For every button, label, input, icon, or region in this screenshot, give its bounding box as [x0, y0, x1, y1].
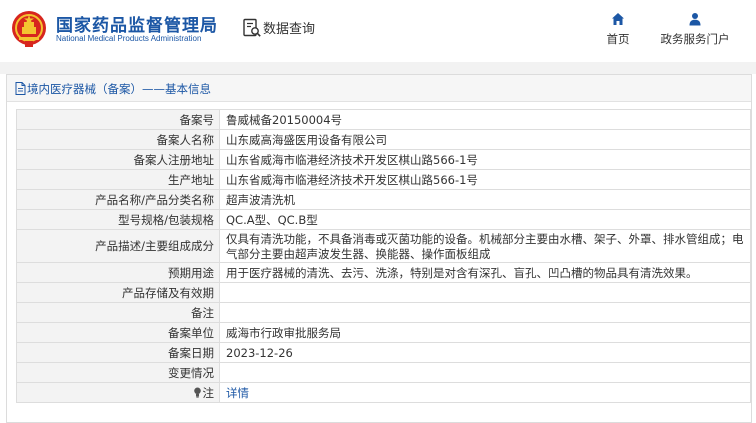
row-label-registered-address: 备案人注册地址 [16, 149, 220, 170]
row-label-remarks: 备注 [16, 302, 220, 323]
lightbulb-icon [193, 387, 201, 398]
row-label-filing-date: 备案日期 [16, 342, 220, 363]
row-label-production-address: 生产地址 [16, 169, 220, 190]
panel-title-bar: 境内医疗器械（备案）——基本信息 [7, 75, 751, 102]
header-divider [0, 62, 756, 74]
row-value-intended-use: 用于医疗器械的清洗、去污、洗涤，特别是对含有深孔、盲孔、凹凸槽的物品具有清洗效果… [219, 262, 751, 283]
table-row: 产品名称/产品分类名称 超声波清洗机 [16, 189, 751, 210]
row-label-storage-validity: 产品存储及有效期 [16, 282, 220, 303]
row-value-remarks [219, 302, 751, 323]
agency-name-en: National Medical Products Administration [56, 34, 202, 43]
nav-government-portal-link[interactable]: 政务服务门户 [656, 12, 734, 47]
table-row: 产品存储及有效期 [16, 282, 751, 303]
table-row: 产品描述/主要组成成分 仅具有清洗功能，不具备消毒或灭菌功能的设备。机械部分主要… [16, 229, 751, 263]
row-label-intended-use: 预期用途 [16, 262, 220, 283]
data-query-icon [243, 18, 261, 37]
note-label-text: 注 [202, 385, 215, 400]
agency-name-cn: 国家药品监督管理局 [56, 16, 218, 36]
row-value-product-description: 仅具有清洗功能，不具备消毒或灭菌功能的设备。机械部分主要由水槽、架子、外罩、排水… [219, 229, 751, 263]
table-row: 备案日期 2023-12-26 [16, 342, 751, 363]
table-row: 注 详情 [16, 382, 751, 403]
row-label-change-status: 变更情况 [16, 362, 220, 383]
row-value-product-name: 超声波清洗机 [219, 189, 751, 210]
row-label-filer-name: 备案人名称 [16, 129, 220, 150]
table-row: 备注 [16, 302, 751, 323]
row-value-model-spec: QC.A型、QC.B型 [219, 209, 751, 230]
nav-home-link[interactable]: 首页 [600, 12, 636, 47]
table-row: 备案单位 威海市行政审批服务局 [16, 322, 751, 343]
row-value-filing-number: 鲁威械备20150004号 [219, 109, 751, 130]
record-detail-table: 备案号 鲁威械备20150004号 备案人名称 山东威高海盛医用设备有限公司 备… [16, 109, 751, 403]
table-row: 变更情况 [16, 362, 751, 383]
row-label-product-description: 产品描述/主要组成成分 [16, 229, 220, 263]
table-row: 备案人名称 山东威高海盛医用设备有限公司 [16, 129, 751, 150]
data-query-title: 数据查询 [263, 22, 316, 37]
table-row: 备案号 鲁威械备20150004号 [16, 109, 751, 130]
table-row: 型号规格/包装规格 QC.A型、QC.B型 [16, 209, 751, 230]
row-value-filing-date: 2023-12-26 [219, 342, 751, 363]
row-label-product-name: 产品名称/产品分类名称 [16, 189, 220, 210]
details-link[interactable]: 详情 [226, 386, 249, 400]
row-value-production-address: 山东省威海市临港经济技术开发区棋山路566-1号 [219, 169, 751, 190]
row-value-change-status [219, 362, 751, 383]
row-value-filing-unit: 威海市行政审批服务局 [219, 322, 751, 343]
site-header: 国家药品监督管理局 National Medical Products Admi… [0, 0, 756, 62]
table-row: 生产地址 山东省威海市临港经济技术开发区棋山路566-1号 [16, 169, 751, 190]
row-label-filing-unit: 备案单位 [16, 322, 220, 343]
record-panel: 境内医疗器械（备案）——基本信息 备案号 鲁威械备20150004号 备案人名称… [6, 74, 752, 423]
row-value-storage-validity [219, 282, 751, 303]
row-value-registered-address: 山东省威海市临港经济技术开发区棋山路566-1号 [219, 149, 751, 170]
national-emblem-icon [12, 11, 46, 47]
row-value-filer-name: 山东威高海盛医用设备有限公司 [219, 129, 751, 150]
panel-title: 境内医疗器械（备案）——基本信息 [27, 82, 211, 96]
document-icon [15, 82, 26, 95]
row-label-note: 注 [16, 382, 220, 403]
row-label-filing-number: 备案号 [16, 109, 220, 130]
row-value-note: 详情 [219, 382, 751, 403]
nav-home-label: 首页 [606, 32, 630, 46]
row-label-model-spec: 型号规格/包装规格 [16, 209, 220, 230]
user-icon [689, 13, 701, 26]
table-row: 预期用途 用于医疗器械的清洗、去污、洗涤，特别是对含有深孔、盲孔、凹凸槽的物品具… [16, 262, 751, 283]
home-icon [612, 13, 624, 25]
nav-portal-label: 政务服务门户 [660, 32, 730, 46]
table-row: 备案人注册地址 山东省威海市临港经济技术开发区棋山路566-1号 [16, 149, 751, 170]
